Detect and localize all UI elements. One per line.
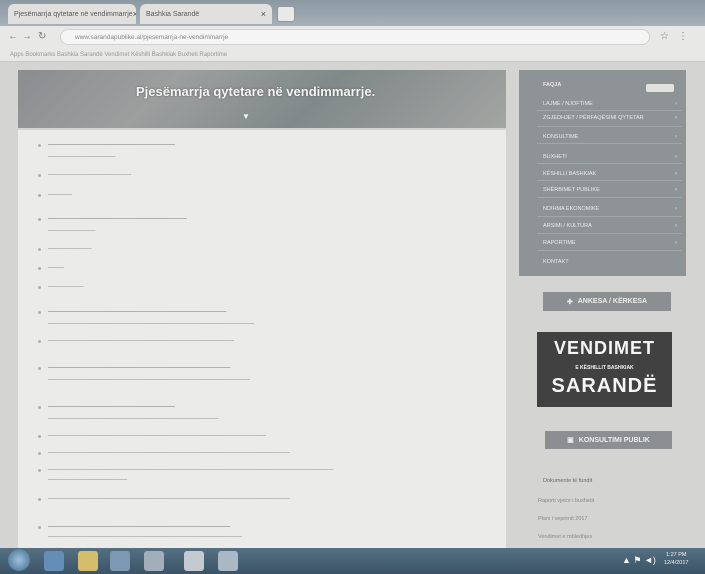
main-content: ──────────────────────────────── ───────… bbox=[18, 130, 506, 548]
app-icon[interactable] bbox=[144, 551, 164, 571]
sidebar-item-kontakt[interactable]: KONTAKT bbox=[543, 259, 569, 265]
list-item: ──────────────────── bbox=[48, 477, 128, 483]
clock-time: 1:27 PM bbox=[665, 552, 687, 558]
sidebar-item-sherbimet[interactable]: SHËRBIMET PUBLIKE bbox=[543, 187, 600, 193]
list-item[interactable]: ─────────────────────────────────── bbox=[48, 216, 187, 222]
vendimet-city: SARANDË bbox=[551, 375, 658, 397]
sidebar-item-lajme[interactable]: LAJME / NJOFTIME bbox=[543, 101, 593, 107]
start-button[interactable] bbox=[8, 549, 30, 571]
sidebar-section-title: Dokumente të fundit bbox=[543, 478, 593, 484]
register-icon: ✚ bbox=[566, 298, 573, 306]
new-tab-button[interactable] bbox=[277, 6, 295, 22]
list-item[interactable]: ───────────────────── bbox=[48, 172, 131, 178]
list-item[interactable]: ────────────────────────────────────────… bbox=[48, 309, 226, 315]
sidebar-item-raportime[interactable]: RAPORTIME bbox=[543, 240, 576, 246]
chevron-right-icon: › bbox=[675, 154, 677, 160]
media-icon[interactable] bbox=[110, 551, 130, 571]
forward-arrow-icon[interactable]: → bbox=[22, 31, 32, 42]
chrome-icon[interactable] bbox=[184, 551, 204, 571]
sidebar-link[interactable]: Plani i veprimit 2017 bbox=[538, 516, 588, 522]
sidebar-item-ndihma[interactable]: NDIHMA EKONOMIKE bbox=[543, 206, 599, 212]
close-tab-icon[interactable]: × bbox=[133, 9, 136, 19]
chevron-right-icon: › bbox=[675, 223, 677, 229]
list-item[interactable]: ────────────────────────────────────────… bbox=[48, 338, 234, 344]
chevron-right-icon: › bbox=[675, 101, 677, 107]
chevron-right-icon: › bbox=[675, 187, 677, 193]
vendimet-banner[interactable]: VENDIMET E KËSHILLIT BASHKIAK SARANDË bbox=[537, 332, 672, 407]
page-title: Pjesëmarrja qytetare në vendimmarrje. bbox=[136, 84, 376, 99]
list-item[interactable]: ─────────── bbox=[48, 246, 92, 252]
menu-title: FAQJA bbox=[543, 82, 562, 88]
chevron-right-icon: › bbox=[675, 240, 677, 246]
sidebar-item-konsultime[interactable]: KONSULTIME bbox=[543, 134, 578, 140]
chevron-right-icon: › bbox=[675, 206, 677, 212]
chevron-right-icon: › bbox=[675, 134, 677, 140]
sidebar-item-zgjedhjet[interactable]: ZGJEDHJET / PËRFAQËSIMI QYTETAR bbox=[543, 115, 644, 121]
list-item[interactable]: ────────────────────────────────────────… bbox=[48, 496, 290, 502]
sidebar-link[interactable]: Vendimet e mbledhjes bbox=[538, 534, 592, 540]
list-item[interactable]: ────────────────────────────────────────… bbox=[48, 450, 290, 456]
taskbar bbox=[0, 548, 705, 574]
star-icon[interactable]: ☆ bbox=[660, 31, 669, 42]
register-button[interactable]: ✚ ANKESA / KËRKESA bbox=[543, 292, 671, 311]
consult-icon: ▣ bbox=[567, 437, 574, 444]
sidebar-menu: FAQJA LAJME / NJOFTIME › ZGJEDHJET / PËR… bbox=[519, 70, 686, 276]
list-item[interactable]: ───────── bbox=[48, 284, 84, 290]
clock[interactable]: 1:27 PM 12/4/2017 bbox=[664, 551, 688, 567]
list-item: ───────────────── bbox=[48, 154, 116, 160]
menu-toggle-button[interactable] bbox=[646, 84, 674, 92]
sidebar-item-keshilli[interactable]: KËSHILLI BASHKIAK bbox=[543, 171, 596, 177]
list-item: ──────────── bbox=[48, 228, 96, 234]
vendimet-subtitle: E KËSHILLIT BASHKIAK bbox=[575, 365, 634, 371]
bookmarks-bar[interactable]: Apps Bookmarks Bashkia Sarandë Vendimet … bbox=[0, 48, 705, 62]
browser-tab-1[interactable]: Pjesëmarrja qytetare në vendimmarrje × bbox=[8, 4, 136, 24]
sidebar-item-arsimi[interactable]: ARSIMI / KULTURA bbox=[543, 223, 592, 229]
url-field[interactable]: www.sarandapublike.al/pjesemarrja-ne-ven… bbox=[60, 29, 650, 45]
reload-icon[interactable]: ↻ bbox=[38, 31, 46, 42]
list-item[interactable]: ──── bbox=[48, 265, 64, 271]
sidebar-item-buxheti[interactable]: BUXHETI bbox=[543, 154, 567, 160]
sidebar-link[interactable]: Raporti vjetor i buxhetit bbox=[538, 498, 594, 504]
tab-label: Pjesëmarrja qytetare në vendimmarrje bbox=[14, 10, 133, 18]
list-item: ────────────────────────────────────────… bbox=[48, 377, 251, 383]
tab-label: Bashkia Sarandë bbox=[146, 10, 200, 18]
list-item[interactable]: ────────────────────────────────────────… bbox=[48, 467, 333, 473]
hero-banner bbox=[18, 70, 506, 128]
clock-date: 12/4/2017 bbox=[664, 560, 689, 566]
list-item: ────────────────────────────────────────… bbox=[48, 416, 219, 422]
chevron-right-icon: › bbox=[675, 171, 677, 177]
chevron-right-icon: › bbox=[675, 115, 677, 121]
back-arrow-icon[interactable]: ← bbox=[8, 31, 18, 42]
list-item[interactable]: ────── bbox=[48, 192, 72, 198]
close-tab-icon[interactable]: × bbox=[261, 9, 266, 19]
ie-icon[interactable] bbox=[44, 551, 64, 571]
list-item: ────────────────────────────────────────… bbox=[48, 534, 243, 540]
consult-button[interactable]: ▣ KONSULTIMI PUBLIK bbox=[545, 431, 672, 449]
list-item: ────────────────────────────────────────… bbox=[48, 321, 255, 327]
word-icon[interactable] bbox=[218, 551, 238, 571]
list-item[interactable]: ──────────────────────────────── bbox=[48, 404, 175, 410]
list-item[interactable]: ──────────────────────────────── bbox=[48, 142, 175, 148]
vendimet-title: VENDIMET bbox=[553, 338, 655, 358]
list-item[interactable]: ────────────────────────────────────────… bbox=[48, 365, 230, 371]
address-bar-row: ← → ↻ www.sarandapublike.al/pjesemarrja-… bbox=[0, 26, 705, 48]
chevron-down-icon: ▼ bbox=[242, 112, 250, 121]
browser-tab-2[interactable]: Bashkia Sarandë × bbox=[140, 4, 272, 24]
list-item[interactable]: ────────────────────────────────────────… bbox=[48, 433, 266, 439]
menu-icon[interactable]: ⋮ bbox=[678, 31, 688, 42]
tray-icons[interactable]: ▲ ⚑ ◄) bbox=[622, 555, 656, 566]
list-item[interactable]: ────────────────────────────────────────… bbox=[48, 524, 230, 530]
folder-icon[interactable] bbox=[78, 551, 98, 571]
consult-button-label: KONSULTIMI PUBLIK bbox=[578, 436, 650, 444]
register-button-label: ANKESA / KËRKESA bbox=[577, 298, 648, 305]
